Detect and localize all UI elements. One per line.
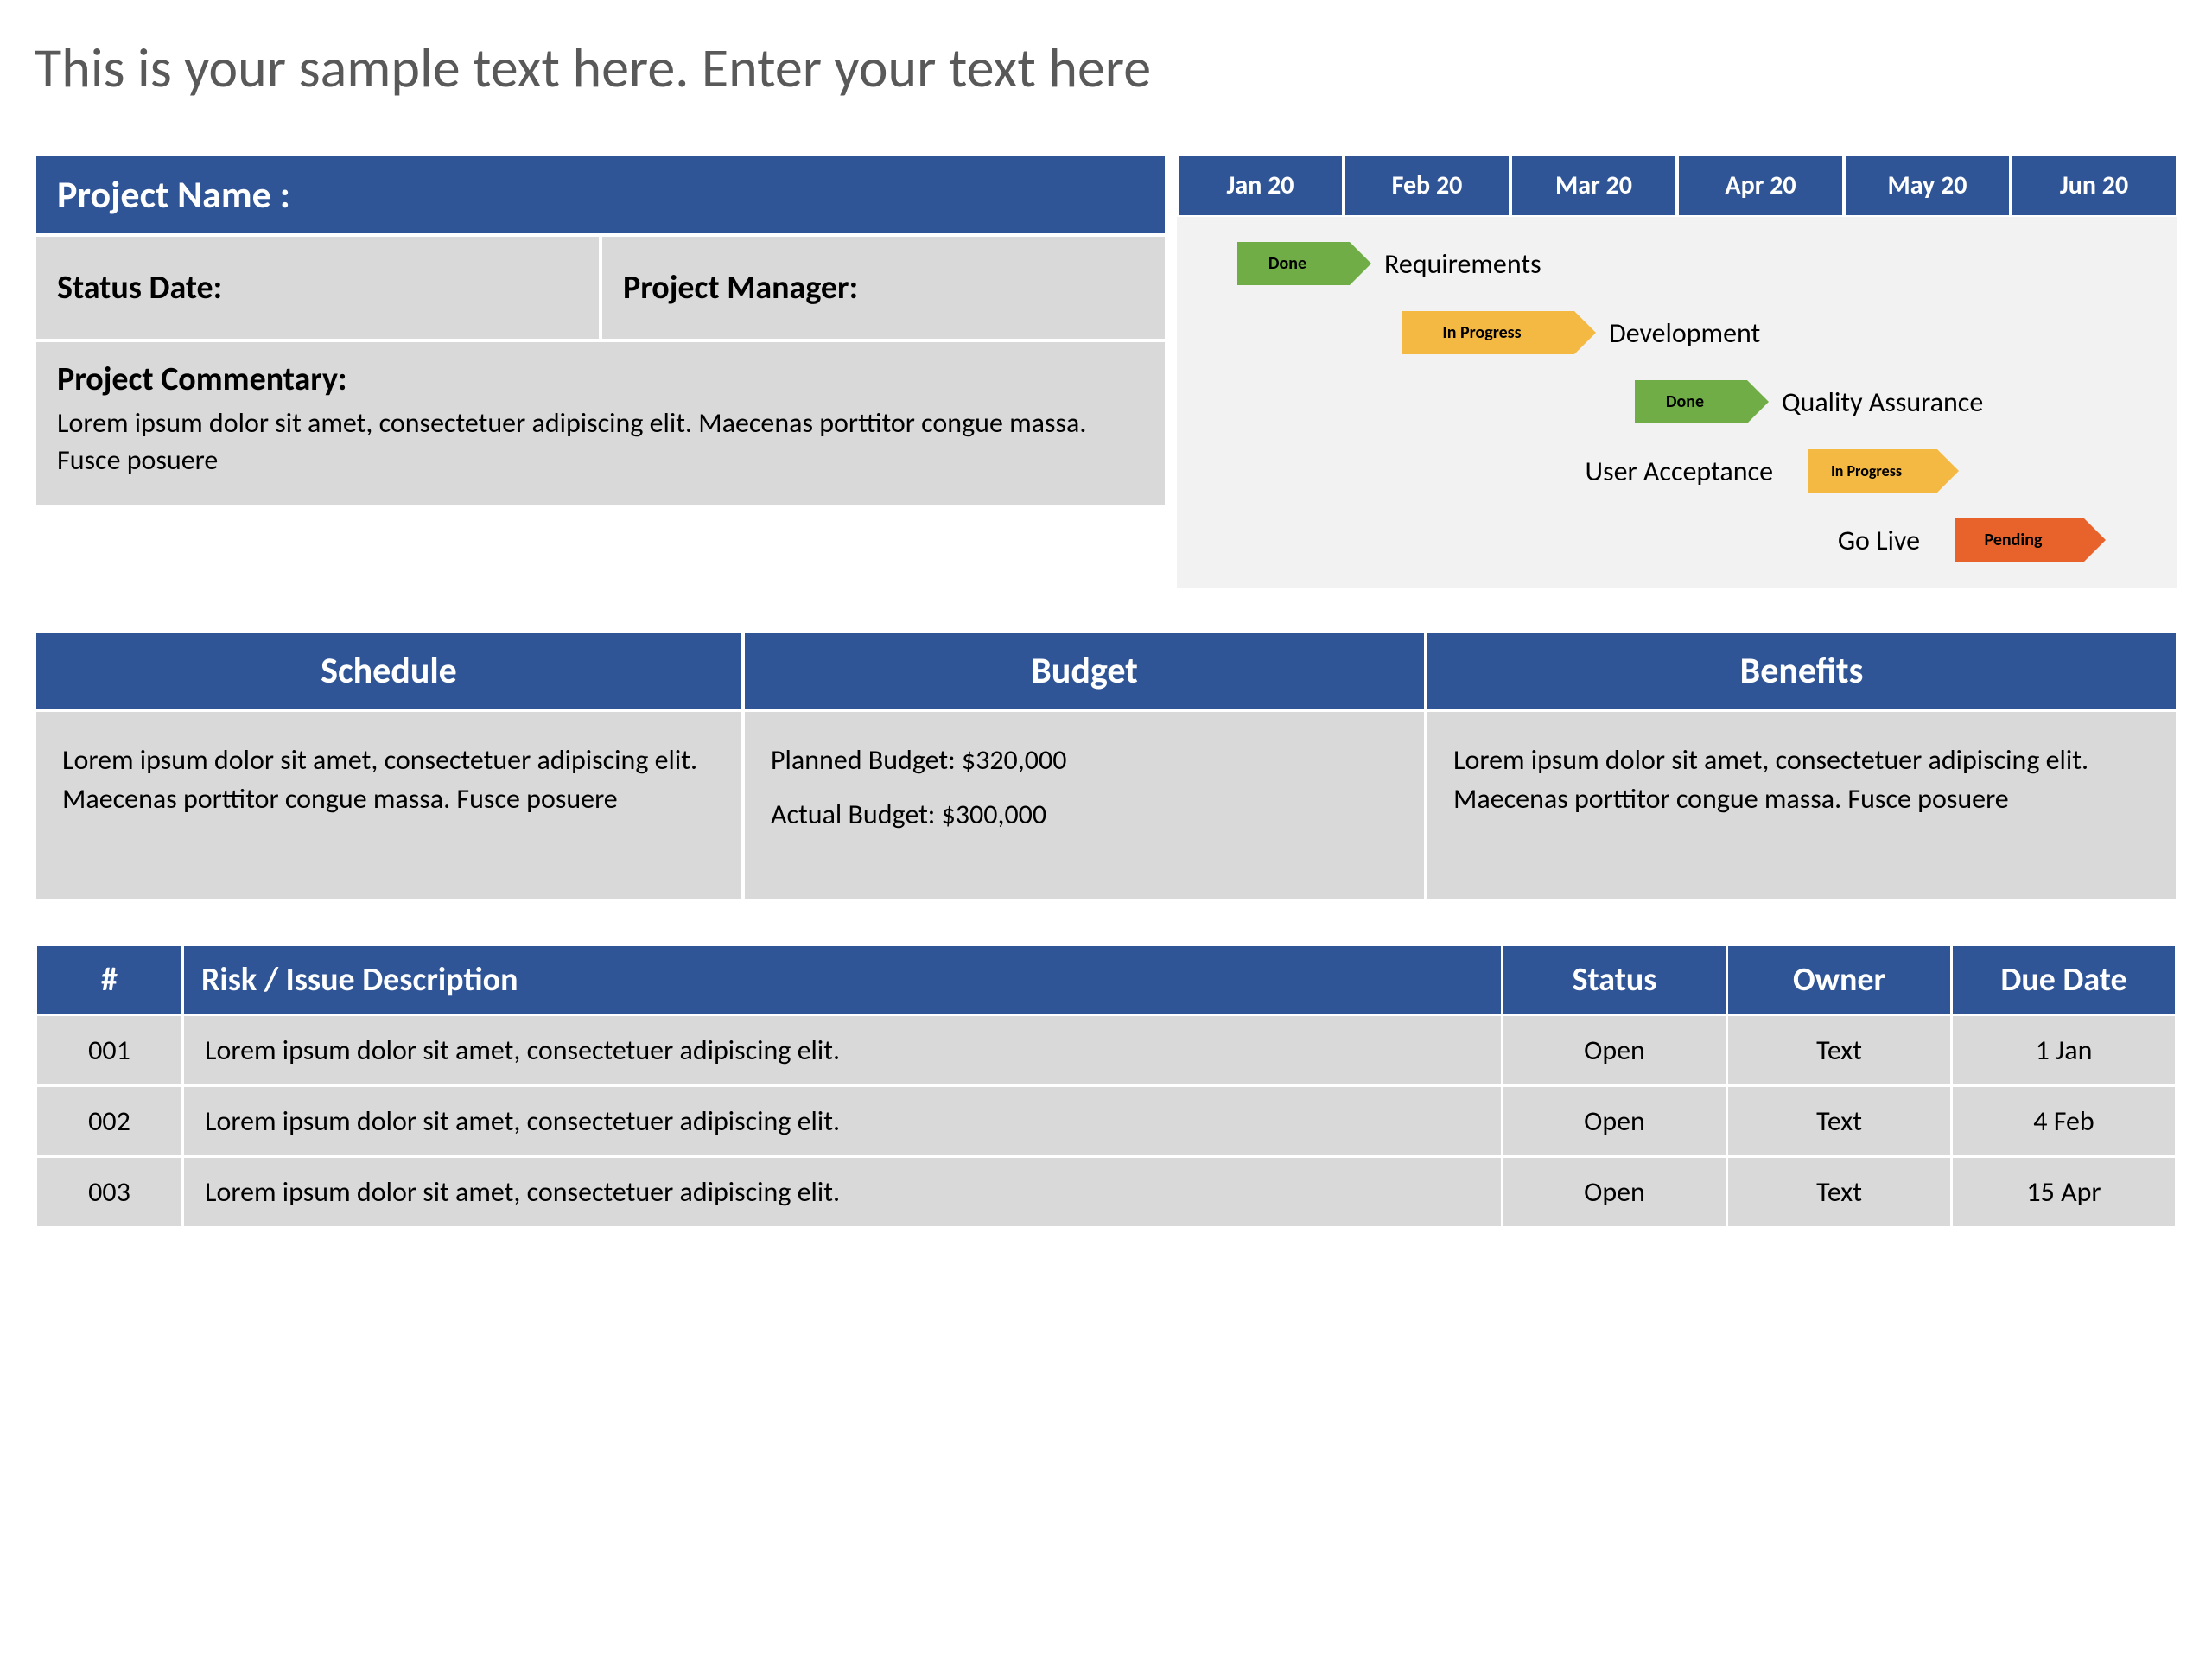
benefits-column: Benefits Lorem ipsum dolor sit amet, con… <box>1426 632 2177 900</box>
status-arrow: Done <box>1635 380 1747 423</box>
cell-status: Open <box>1503 1157 1727 1228</box>
gantt-label: Quality Assurance <box>1782 385 1983 419</box>
status-arrow: In Progress <box>1808 449 1937 493</box>
table-row: 002Lorem ipsum dolor sit amet, consectet… <box>36 1086 2177 1157</box>
status-date-label: Status Date: <box>35 235 601 340</box>
gantt-row: Done Requirements <box>1185 229 2169 298</box>
budget-column: Budget Planned Budget: $320,000 Actual B… <box>743 632 1426 900</box>
status-text: Pending <box>1985 530 2043 550</box>
gantt-row: In Progress Development <box>1185 298 2169 367</box>
th-desc: Risk / Issue Description <box>183 945 1503 1015</box>
benefits-body: Lorem ipsum dolor sit amet, consectetuer… <box>1426 710 2177 900</box>
status-text: In Progress <box>1831 463 1902 479</box>
cell-desc: Lorem ipsum dolor sit amet, consectetuer… <box>183 1157 1503 1228</box>
th-status: Status <box>1503 945 1727 1015</box>
project-info-panel: Project Name : Status Date: Project Mana… <box>35 154 1166 588</box>
budget-body: Planned Budget: $320,000 Actual Budget: … <box>743 710 1426 900</box>
th-num: # <box>36 945 183 1015</box>
commentary-label: Project Commentary: <box>57 359 1144 399</box>
budget-header: Budget <box>743 632 1426 710</box>
gantt-label: Development <box>1609 316 1760 350</box>
mid-section: Schedule Lorem ipsum dolor sit amet, con… <box>35 632 2177 900</box>
month-cell: Apr 20 <box>1677 154 1844 217</box>
commentary-text: Lorem ipsum dolor sit amet, consectetuer… <box>57 404 1144 479</box>
status-text: Done <box>1268 253 1306 274</box>
month-cell: Jan 20 <box>1177 154 1344 217</box>
cell-desc: Lorem ipsum dolor sit amet, consectetuer… <box>183 1086 1503 1157</box>
cell-owner: Text <box>1727 1086 1952 1157</box>
cell-num: 002 <box>36 1086 183 1157</box>
cell-status: Open <box>1503 1015 1727 1086</box>
status-arrow: Done <box>1237 242 1350 285</box>
status-text: Done <box>1666 391 1704 412</box>
cell-due: 1 Jan <box>1952 1015 2177 1086</box>
gantt-row: User Acceptance In Progress <box>1185 436 2169 505</box>
th-owner: Owner <box>1727 945 1952 1015</box>
cell-owner: Text <box>1727 1015 1952 1086</box>
cell-due: 15 Apr <box>1952 1157 2177 1228</box>
table-row: 003Lorem ipsum dolor sit amet, consectet… <box>36 1157 2177 1228</box>
status-arrow: Pending <box>1955 518 2084 562</box>
gantt-label: User Acceptance <box>1514 454 1773 488</box>
status-text: In Progress <box>1442 322 1521 343</box>
schedule-body: Lorem ipsum dolor sit amet, consectetuer… <box>35 710 743 900</box>
project-manager-label: Project Manager: <box>601 235 1166 340</box>
cell-due: 4 Feb <box>1952 1086 2177 1157</box>
gantt-label: Requirements <box>1384 247 1541 281</box>
cell-owner: Text <box>1727 1157 1952 1228</box>
top-section: Project Name : Status Date: Project Mana… <box>35 154 2177 588</box>
timeline-panel: Jan 20Feb 20Mar 20Apr 20May 20Jun 20 Don… <box>1177 154 2177 588</box>
month-cell: Mar 20 <box>1510 154 1677 217</box>
gantt-label: Go Live <box>1661 524 1920 557</box>
risk-table: # Risk / Issue Description Status Owner … <box>35 944 2177 1229</box>
status-arrow: In Progress <box>1402 311 1574 354</box>
cell-num: 001 <box>36 1015 183 1086</box>
budget-planned: Planned Budget: $320,000 <box>771 741 1398 780</box>
month-cell: May 20 <box>1844 154 2011 217</box>
schedule-column: Schedule Lorem ipsum dolor sit amet, con… <box>35 632 743 900</box>
schedule-header: Schedule <box>35 632 743 710</box>
month-cell: Jun 20 <box>2011 154 2177 217</box>
project-name-label: Project Name : <box>35 154 1166 235</box>
month-header-row: Jan 20Feb 20Mar 20Apr 20May 20Jun 20 <box>1177 154 2177 217</box>
cell-num: 003 <box>36 1157 183 1228</box>
gantt-row: Go Live Pending <box>1185 505 2169 575</box>
benefits-header: Benefits <box>1426 632 2177 710</box>
cell-status: Open <box>1503 1086 1727 1157</box>
commentary-box: Project Commentary: Lorem ipsum dolor si… <box>35 340 1166 506</box>
cell-desc: Lorem ipsum dolor sit amet, consectetuer… <box>183 1015 1503 1086</box>
month-cell: Feb 20 <box>1344 154 1510 217</box>
page-title: This is your sample text here. Enter you… <box>35 35 2177 102</box>
gantt-body: Done Requirements In Progress Development Do… <box>1177 217 2177 588</box>
budget-actual: Actual Budget: $300,000 <box>771 796 1398 835</box>
table-row: 001Lorem ipsum dolor sit amet, consectet… <box>36 1015 2177 1086</box>
gantt-row: Done Quality Assurance <box>1185 367 2169 436</box>
th-due: Due Date <box>1952 945 2177 1015</box>
